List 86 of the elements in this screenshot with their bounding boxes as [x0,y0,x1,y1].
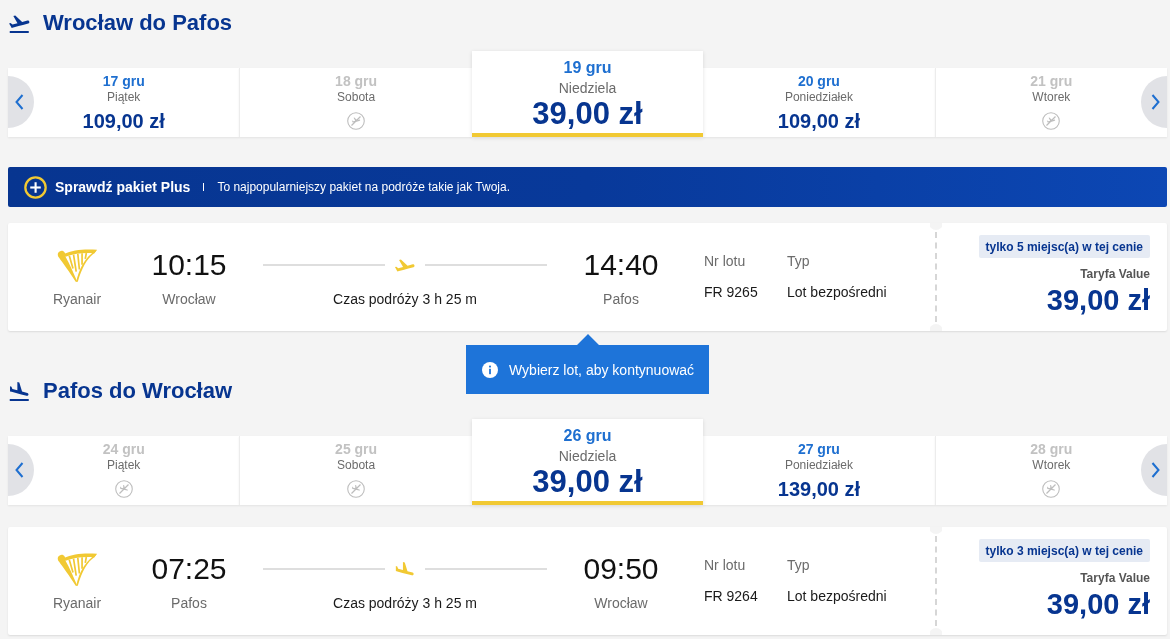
date-tab[interactable]: 27 gru Poniedziałek 139,00 zł [703,436,935,505]
duration-label: Czas podróży 3 h 25 m [333,290,477,308]
weekday-label: Sobota [337,458,376,472]
arrival-city: Pafos [603,290,639,308]
chevron-right-icon [1151,462,1160,478]
takeoff-icon [8,13,31,33]
date-tab[interactable]: 18 gru Sobota [239,68,472,137]
harp-logo [57,552,97,586]
plus-circle-icon [24,175,47,199]
date-tab[interactable]: 17 gru Piątek 109,00 zł [8,68,240,137]
duration-label: Czas podróży 3 h 25 m [333,594,477,612]
chevron-right-icon [1151,94,1160,110]
weekday-label: Poniedziałek [784,458,853,472]
info-icon [482,361,498,378]
arrival-time: 09:50 [583,552,659,586]
fare-price: 39,00 zł [1046,285,1150,315]
fare-name: Taryfa Value [1080,266,1150,282]
chevron-left-icon [15,94,24,110]
date-label: 17 gru [102,73,145,90]
date-tab[interactable]: 25 gru Sobota [239,436,472,505]
date-label: 28 gru [1030,441,1073,458]
flight-number: FR 9265 [704,283,758,301]
weekday-label: Wtorek [1032,90,1071,104]
flight-type: Lot bezpośredni [787,587,887,605]
seats-left-badge: tylko 5 miejsc(a) w tej cenie [978,235,1150,258]
flight-card[interactable]: Ryanair 07:25 Pafos Czas podróży 3 h 25 m 09:50 Wrocław Nr lotu FR 9264 Typ Lot bezpośredni tylko 3 miejsc(a) w tej cenie Taryfa Value 39,00 zł [8,527,1167,635]
no-flights-icon [347,112,366,130]
fare-price: 109,00 zł [82,109,165,133]
flight-card[interactable]: Ryanair 10:15 Wrocław Czas podróży 3 h 25 m 14:40 Pafos Nr lotu FR 9265 Typ Lot bezpośredni tylko 5 miejsc(a) w tej cenie Taryfa Value 39,00 zł [8,223,1167,331]
route-title: Wrocław do Pafos [43,10,233,36]
no-flights-icon [1042,480,1061,498]
plane-icon [394,562,416,576]
date-tab[interactable]: 28 gru Wtorek [934,436,1168,505]
arrival-city: Wrocław [594,594,648,612]
harp-logo [57,248,97,282]
landing-icon [8,381,31,401]
fare-price: 39,00 zł [1046,589,1150,619]
flight-type: Lot bezpośredni [787,283,887,301]
date-label: 19 gru [563,58,612,77]
promo-text: To najpopularniejszy pakiet na podróże takie jak Twoja. [217,180,510,194]
date-tab[interactable]: 20 gru Poniedziałek 109,00 zł [703,68,935,137]
fare-name: Taryfa Value [1080,570,1150,586]
route-title: Pafos do Wrocław [43,378,233,404]
no-flights-icon [1042,112,1061,130]
no-flights-icon [347,480,366,498]
weekday-label: Niedziela [558,448,617,465]
date-tab[interactable]: 24 gru Piątek [8,436,240,505]
date-label: 26 gru [563,426,612,445]
airline-name: Ryanair [52,290,102,308]
seats-left-badge: tylko 3 miejsc(a) w tej cenie [978,539,1150,562]
date-label: 27 gru [797,441,840,458]
fare-price: 139,00 zł [777,477,861,501]
departure-time: 10:15 [151,248,227,282]
promo-banner[interactable]: Sprawdź pakiet Plus To najpopularniejszy pakiet na podróże takie jak Twoja. [8,167,1167,207]
date-label: 18 gru [335,73,378,90]
weekday-label: Piątek [107,458,141,472]
flight-number-label: Nr lotu [704,556,746,574]
chevron-left-icon [15,462,24,478]
date-tab[interactable]: 21 gru Wtorek [934,68,1168,137]
plane-icon [394,258,416,272]
date-label: 20 gru [797,73,840,90]
flight-type-label: Typ [787,556,810,574]
fare-price: 39,00 zł [532,97,643,131]
date-label: 25 gru [335,441,378,458]
weekday-label: Sobota [337,90,376,104]
weekday-label: Wtorek [1032,458,1071,472]
departure-city: Pafos [171,594,207,612]
date-label: 24 gru [102,441,145,458]
arrival-time: 14:40 [583,248,659,282]
fare-price: 109,00 zł [777,109,861,133]
weekday-label: Poniedziałek [784,90,853,104]
date-label: 21 gru [1030,73,1073,90]
airline-name: Ryanair [52,594,102,612]
flight-number-label: Nr lotu [704,252,746,270]
fare-price: 39,00 zł [532,465,643,499]
departure-time: 07:25 [151,552,227,586]
weekday-label: Piątek [107,90,141,104]
tooltip-text: Wybierz lot, aby kontynuować [509,361,695,378]
weekday-label: Niedziela [558,80,617,97]
departure-city: Wrocław [162,290,216,308]
date-tab[interactable]: 19 gru Niedziela 39,00 zł [471,51,704,137]
flight-number: FR 9264 [704,587,758,605]
promo-title: Sprawdź pakiet Plus [55,179,191,195]
flight-type-label: Typ [787,252,810,270]
date-tab[interactable]: 26 gru Niedziela 39,00 zł [471,419,704,505]
no-flights-icon [114,480,133,498]
